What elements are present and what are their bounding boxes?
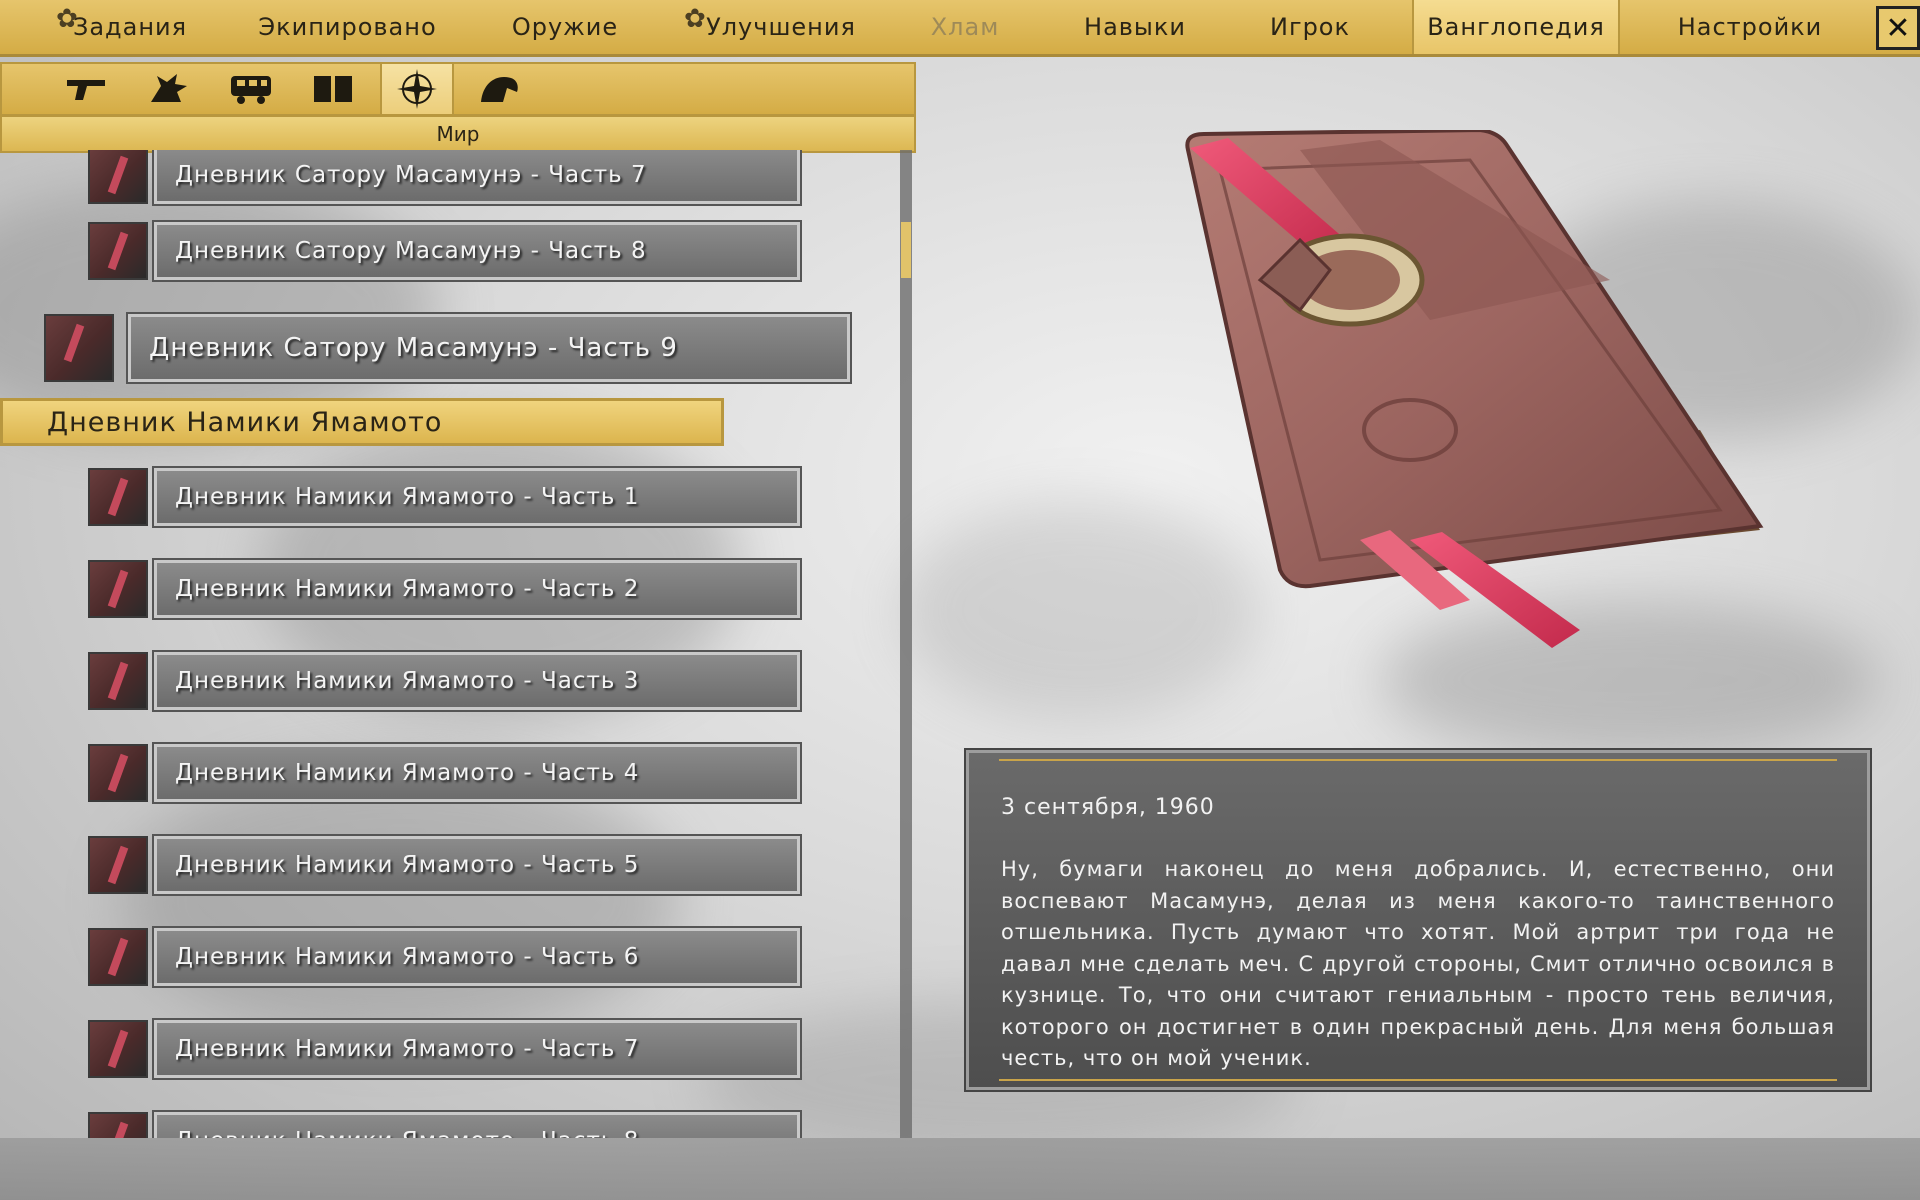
list-item[interactable]: Дневник Намики Ямамото - Часть 4 — [88, 742, 802, 804]
wolf-icon — [151, 74, 187, 102]
tab-quests[interactable]: ✿ Задания — [40, 0, 220, 54]
compass-icon — [397, 69, 437, 109]
tab-skills[interactable]: Навыки — [1060, 0, 1210, 54]
category-enemies[interactable] — [134, 64, 204, 114]
star-icon: ✿ — [56, 4, 79, 34]
list-item-label: Дневник Намики Ямамото - Часть 4 — [152, 742, 802, 804]
list-item-label: Дневник Намики Ямамото - Часть 2 — [152, 558, 802, 620]
category-label-bar: Мир — [0, 115, 916, 153]
list-item[interactable]: Дневник Намики Ямамото - Часть 2 — [88, 558, 802, 620]
category-weapons[interactable] — [52, 64, 122, 114]
tab-upgrades[interactable]: ✿ Улучшения — [670, 0, 870, 54]
diary-thumbnail — [88, 150, 148, 204]
tab-label: Экипировано — [258, 13, 437, 41]
category-world[interactable] — [380, 64, 454, 114]
diary-thumbnail — [88, 1020, 148, 1078]
list-item[interactable]: Дневник Намики Ямамото - Часть 7 — [88, 1018, 802, 1080]
list-item[interactable]: Дневник Намики Ямамото - Часть 3 — [88, 650, 802, 712]
list-item[interactable]: Дневник Намики Ямамото - Часть 6 — [88, 926, 802, 988]
book-icon — [314, 76, 352, 102]
hood-icon — [481, 77, 518, 102]
list-item-label: Дневник Сатору Масамунэ - Часть 8 — [152, 220, 802, 282]
list-item-label: Дневник Намики Ямамото - Часть 5 — [152, 834, 802, 896]
entry-list: Дневник Сатору Масамунэ - Часть 7 Дневни… — [0, 150, 912, 1138]
tab-player[interactable]: Игрок — [1240, 0, 1380, 54]
list-item[interactable]: Дневник Намики Ямамото - Часть 1 — [88, 466, 802, 528]
tab-label: Ванглопедия — [1427, 13, 1605, 41]
list-item-label: Дневник Намики Ямамото - Часть 8 — [152, 1110, 802, 1138]
list-item-label: Дневник Намики Ямамото - Часть 6 — [152, 926, 802, 988]
tab-weapons[interactable]: Оружие — [480, 0, 650, 54]
star-icon: ✿ — [684, 4, 707, 34]
diary-thumbnail — [44, 314, 114, 382]
scrollbar-thumb[interactable] — [901, 222, 911, 278]
list-item-label: Дневник Намики Ямамото - Часть 3 — [152, 650, 802, 712]
diary-thumbnail — [88, 744, 148, 802]
list-item-label: Дневник Намики Ямамото - Часть 1 — [152, 466, 802, 528]
category-vehicles[interactable] — [216, 64, 286, 114]
tab-equipped[interactable]: Экипировано — [240, 0, 455, 54]
tab-label: Игрок — [1270, 13, 1350, 41]
category-toolbar — [0, 62, 916, 116]
list-item[interactable]: Дневник Сатору Масамунэ - Часть 8 — [88, 220, 802, 282]
diary-thumbnail — [88, 1112, 148, 1138]
bottom-bar — [0, 1138, 1920, 1200]
list-item-label: Дневник Сатору Масамунэ - Часть 9 — [126, 312, 852, 384]
top-nav: ✿ Задания Экипировано Оружие ✿ Улучшения… — [0, 0, 1920, 57]
diary-thumbnail — [88, 836, 148, 894]
close-icon: ✕ — [1885, 10, 1911, 46]
section-header[interactable]: Дневник Намики Ямамото — [0, 398, 724, 446]
diary-thumbnail — [88, 928, 148, 986]
list-item-label: Дневник Сатору Масамунэ - Часть 7 — [152, 150, 802, 206]
tab-label: Задания — [72, 13, 188, 41]
category-characters[interactable] — [464, 64, 534, 114]
diary-thumbnail — [88, 468, 148, 526]
tab-label: Оружие — [511, 13, 619, 41]
entry-description-panel: 3 сентября, 1960 Ну, бумаги наконец до м… — [964, 748, 1872, 1092]
diary-thumbnail — [88, 222, 148, 280]
diary-thumbnail — [88, 652, 148, 710]
tab-label: Улучшения — [706, 13, 856, 41]
diary-thumbnail — [88, 560, 148, 618]
section-title: Дневник Намики Ямамото — [47, 406, 443, 438]
list-item-selected[interactable]: Дневник Сатору Масамунэ - Часть 9 — [44, 312, 852, 384]
category-books[interactable] — [298, 64, 368, 114]
tab-settings[interactable]: Настройки — [1650, 0, 1850, 54]
tab-vanglopedia[interactable]: Ванглопедия — [1412, 0, 1620, 54]
pistol-icon — [67, 80, 105, 100]
vehicle-icon — [231, 76, 271, 104]
list-item[interactable]: Дневник Сатору Масамунэ - Часть 7 — [88, 150, 802, 206]
tab-label: Навыки — [1084, 13, 1186, 41]
entry-date: 3 сентября, 1960 — [1001, 795, 1215, 820]
tab-junk[interactable]: Хлам — [900, 0, 1030, 54]
close-button[interactable]: ✕ — [1876, 6, 1920, 50]
list-scrollbar[interactable] — [900, 150, 912, 1138]
category-label: Мир — [436, 122, 480, 146]
tab-label: Хлам — [930, 13, 1000, 41]
list-item[interactable]: Дневник Намики Ямамото - Часть 8 — [88, 1110, 802, 1138]
diary-book-image — [1185, 130, 1764, 648]
list-item-label: Дневник Намики Ямамото - Часть 7 — [152, 1018, 802, 1080]
tab-label: Настройки — [1677, 13, 1823, 41]
list-item[interactable]: Дневник Намики Ямамото - Часть 5 — [88, 834, 802, 896]
entry-text: Ну, бумаги наконец до меня добрались. И,… — [1001, 857, 1835, 1070]
